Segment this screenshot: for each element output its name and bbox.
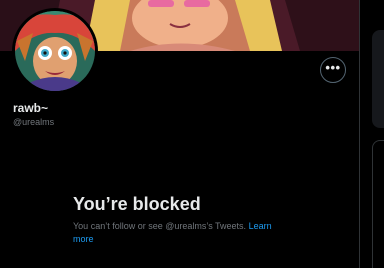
profile-column: ••• rawb~ @urealms You’re blocked You ca… <box>0 0 360 268</box>
blocked-message: You can’t follow or see @urealms’s Tweet… <box>73 220 288 246</box>
more-options-button[interactable]: ••• <box>320 57 346 83</box>
user-handle: @urealms <box>13 117 55 127</box>
avatar-image <box>15 11 95 91</box>
sidebar-panel <box>372 140 384 268</box>
sidebar-card[interactable] <box>372 30 384 128</box>
avatar-art <box>15 11 95 91</box>
display-name: rawb~ <box>13 101 49 115</box>
blocked-title: You’re blocked <box>73 194 201 214</box>
avatar[interactable] <box>12 8 98 94</box>
more-icon: ••• <box>325 60 341 75</box>
column-divider <box>359 0 360 268</box>
blocked-message-text: You can’t follow or see @urealms’s Tweet… <box>73 221 247 231</box>
